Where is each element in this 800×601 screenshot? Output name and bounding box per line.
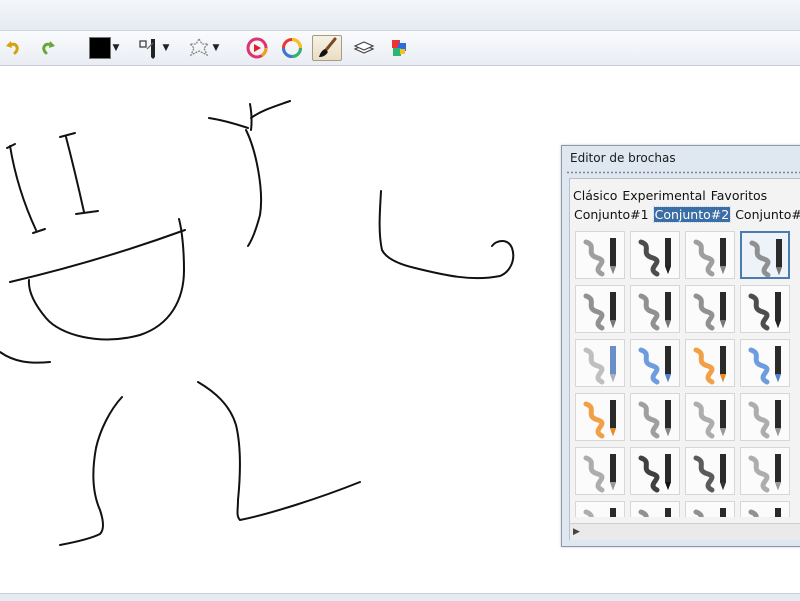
brush-thumbnail-icon xyxy=(583,454,616,493)
brush-thumbnail-icon xyxy=(638,346,671,385)
brush-preset-pattern-marker[interactable] xyxy=(740,285,790,333)
brush-thumbnail-icon xyxy=(749,239,782,278)
undo-button[interactable] xyxy=(2,35,24,61)
color-wheel-icon xyxy=(246,37,268,59)
brush-preset-gray-drop-brush[interactable] xyxy=(575,501,625,517)
brush-grid xyxy=(575,231,800,517)
dropdown-arrow-icon: ▼ xyxy=(212,42,220,53)
redo-button[interactable] xyxy=(37,35,59,61)
brush-thumbnail-icon xyxy=(748,508,781,517)
brush-thumbnail-icon xyxy=(748,400,781,439)
brush-thumbnail-icon xyxy=(583,238,616,277)
brush-preset-smudge[interactable] xyxy=(685,285,735,333)
brush-thumbnail-icon xyxy=(748,454,781,493)
brush-editor-panel[interactable]: Editor de brochas Clásico Experimental Fav… xyxy=(561,145,800,547)
brush-preset-gray-blender-brush[interactable] xyxy=(740,447,790,495)
brush-thumbnail-icon xyxy=(693,346,726,385)
dropdown-arrow-icon: ▼ xyxy=(162,42,170,53)
brush-preset-brush-preset[interactable] xyxy=(740,501,790,517)
brush-thumbnail-icon xyxy=(748,292,781,331)
symmetry-icon xyxy=(187,37,210,57)
window-title-strip xyxy=(0,0,800,31)
brush-library: Clásico Experimental Favoritos Conjunto#1 C… xyxy=(569,178,800,540)
brush-preset-crosshatch-pen[interactable] xyxy=(740,231,790,279)
brush-preset-dark-paint-brush[interactable] xyxy=(685,447,735,495)
brush-thumbnail-icon xyxy=(638,508,671,517)
layers-button[interactable] xyxy=(351,35,377,61)
undo-icon xyxy=(6,41,19,55)
color-puck-icon xyxy=(282,38,302,58)
brush-preset-brush-preset[interactable] xyxy=(685,501,735,517)
brush-preset-blue-ink-brush[interactable] xyxy=(630,339,680,387)
panel-title: Editor de brochas xyxy=(570,151,676,165)
tab-conjunto-2[interactable]: Conjunto#2 xyxy=(652,206,732,223)
color-selector[interactable]: ▼ xyxy=(84,35,124,61)
brush-thumbnail-icon xyxy=(638,454,671,493)
brush-thumbnail-icon xyxy=(583,346,616,385)
color-swatch xyxy=(88,37,111,59)
scroll-right-icon[interactable]: ▶ xyxy=(573,527,580,537)
dropdown-arrow-icon: ▼ xyxy=(112,42,120,53)
brush-preset-brush-preset[interactable] xyxy=(630,501,680,517)
brush-preset-gray-pencil[interactable] xyxy=(630,393,680,441)
brush-preset-marker-pen[interactable] xyxy=(630,231,680,279)
brush-preset-gray-tapered-brush[interactable] xyxy=(740,393,790,441)
brush-thumbnail-icon xyxy=(693,292,726,331)
brush-preset-black-paint-brush[interactable] xyxy=(630,447,680,495)
copic-colors-icon xyxy=(392,40,406,56)
brush-preset-eraser[interactable] xyxy=(575,339,625,387)
symmetry-selector[interactable]: ▼ xyxy=(183,35,223,61)
color-puck-button[interactable] xyxy=(279,35,305,61)
tab-clasico[interactable]: Clásico xyxy=(573,188,617,203)
brush-thumbnail-icon xyxy=(693,508,726,517)
set-tabs: Conjunto#1Conjunto#2Conjunto#3 xyxy=(573,206,800,223)
tab-conjunto-3[interactable]: Conjunto#3 xyxy=(734,207,800,222)
redo-icon xyxy=(42,41,55,55)
brush-size-selector[interactable]: ▼ xyxy=(133,35,173,61)
brush-preset-orange-paint-brush[interactable] xyxy=(575,393,625,441)
main-toolbar: ▼ ▼ ▼ xyxy=(0,31,800,66)
brush-preset-eraser-pencil[interactable] xyxy=(685,231,735,279)
brush-preset-texture-pattern[interactable] xyxy=(575,285,625,333)
brush-icon xyxy=(319,37,337,57)
brush-preset-gray-smudge-brush[interactable] xyxy=(685,393,735,441)
layers-icon xyxy=(353,41,375,54)
brush-thumbnail-icon xyxy=(693,400,726,439)
horizontal-scrollbar[interactable]: ▶ xyxy=(570,523,800,540)
tab-experimental[interactable]: Experimental xyxy=(622,188,705,203)
copic-colors-button[interactable] xyxy=(386,35,412,61)
brush-thumbnail-icon xyxy=(638,238,671,277)
brush-editor-button[interactable] xyxy=(312,35,342,61)
brush-thumbnail-icon xyxy=(693,454,726,493)
brush-thumbnail-icon xyxy=(638,400,671,439)
color-editor-button[interactable] xyxy=(244,35,270,61)
brush-preset-blue-paint-brush[interactable] xyxy=(740,339,790,387)
brush-thumbnail-icon xyxy=(748,346,781,385)
brush-thumbnail-icon xyxy=(583,400,616,439)
brush-preset-orange-ink-brush[interactable] xyxy=(685,339,735,387)
brush-preset-gray-fine-brush[interactable] xyxy=(575,447,625,495)
brush-size-icon xyxy=(138,39,155,59)
panel-drag-handle[interactable] xyxy=(566,170,800,175)
brush-preset-pencil-soft[interactable] xyxy=(575,231,625,279)
brush-thumbnail-icon xyxy=(693,238,726,277)
brush-thumbnail-icon xyxy=(583,508,616,517)
brush-thumbnail-icon xyxy=(638,292,671,331)
tab-favoritos[interactable]: Favoritos xyxy=(711,188,767,203)
brush-thumbnail-icon xyxy=(583,292,616,331)
category-tabs: Clásico Experimental Favoritos xyxy=(573,188,772,203)
brush-preset-airbrush[interactable] xyxy=(630,285,680,333)
tab-conjunto-1[interactable]: Conjunto#1 xyxy=(573,207,650,222)
